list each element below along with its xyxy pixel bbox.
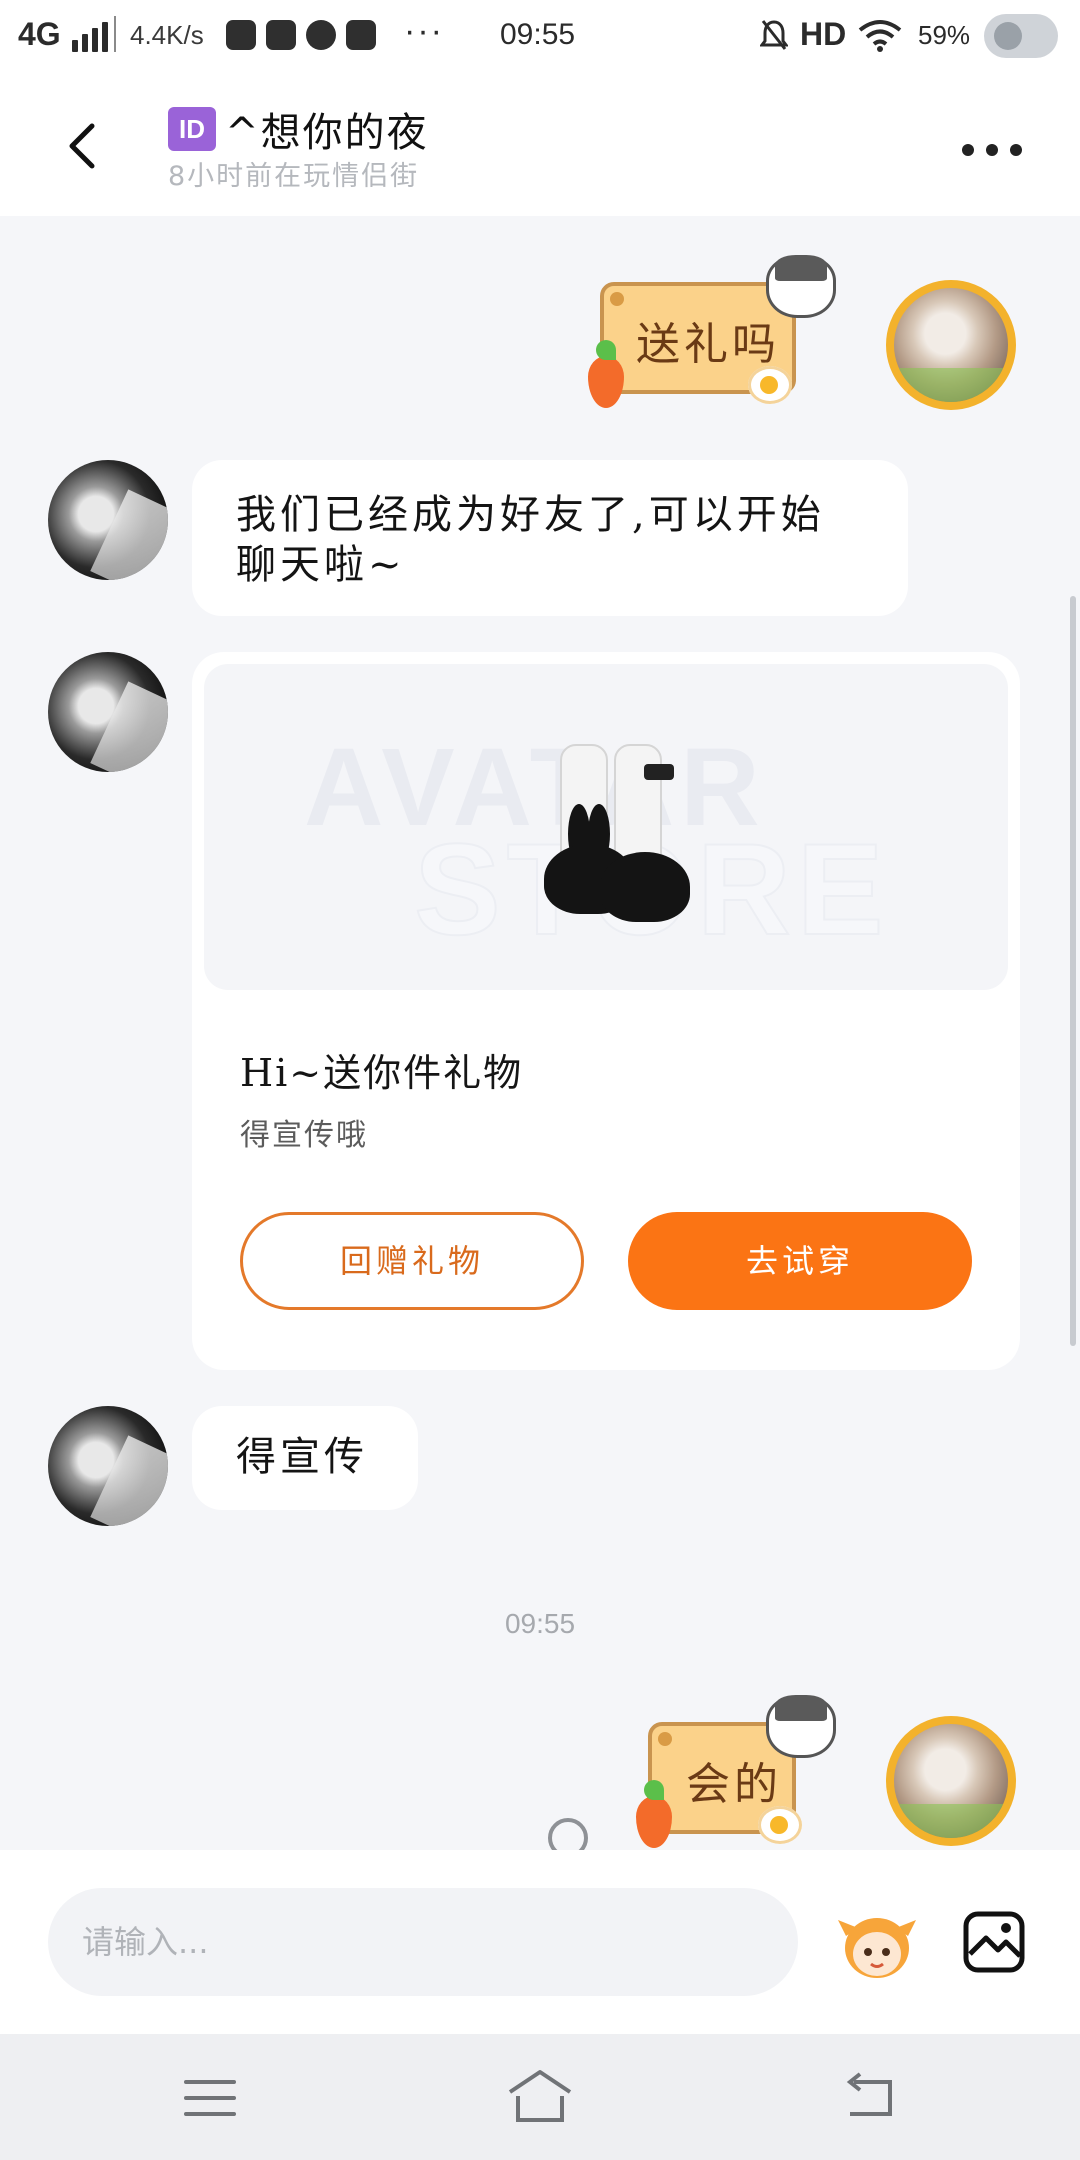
my-avatar[interactable] (886, 1716, 1016, 1846)
wifi-icon (858, 20, 902, 52)
image-icon[interactable] (962, 1910, 1026, 1974)
emoji-face-icon[interactable] (836, 1906, 918, 1982)
cat-icon (766, 255, 836, 318)
network-type: 4G (18, 16, 61, 52)
hd-indicator: HD (800, 16, 847, 52)
home-icon[interactable] (504, 2066, 576, 2126)
tiktok-icon (226, 20, 256, 50)
signal-icon (70, 20, 110, 52)
more-horizontal-icon[interactable] (962, 138, 1026, 162)
bell-muted-icon (760, 20, 788, 50)
contact-name: ^想你的夜 (225, 110, 429, 156)
gift-image[interactable]: AVATAR STORE (204, 664, 1008, 990)
gift-card[interactable]: AVATAR STORE Hi~送你件礼物 得宣传哦 回赠礼物 去试穿 (192, 652, 1020, 1370)
chat-header: ID ^想你的夜 8小时前在玩情侣街 (0, 72, 1080, 216)
more-notifications: ··· (404, 12, 444, 50)
back-arrow-icon[interactable] (842, 2070, 898, 2122)
contact-avatar[interactable] (48, 652, 168, 772)
carrot-icon (588, 340, 624, 408)
system-nav-bar (0, 2034, 1080, 2160)
egg-icon (748, 366, 792, 404)
try-on-button[interactable]: 去试穿 (628, 1212, 972, 1310)
message-input[interactable] (48, 1888, 798, 1996)
pin-icon (658, 1732, 672, 1746)
contact-avatar[interactable] (48, 1406, 168, 1526)
egg-icon (758, 1806, 802, 1844)
message-bubble-incoming[interactable]: 得宣传 (192, 1406, 418, 1510)
pin-icon (610, 292, 624, 306)
status-bar: 4G 4.4K/s ··· 09:55 HD 59% (0, 0, 1080, 72)
id-badge-icon: ID (168, 107, 216, 151)
status-divider (114, 16, 116, 52)
battery-percent: 59% (918, 20, 971, 50)
mail-app-icon (266, 20, 296, 50)
chat-title: ID ^想你的夜 (168, 100, 429, 158)
sticker-text: 送礼吗 (636, 319, 780, 370)
scrollbar[interactable] (1070, 596, 1076, 1346)
status-time: 09:55 (500, 18, 576, 51)
sticker-text: 会的 (686, 1759, 782, 1810)
my-avatar[interactable] (886, 280, 1016, 410)
chevron-left-icon[interactable] (56, 116, 116, 176)
sticker-message-outgoing[interactable]: 送礼吗 (578, 255, 838, 416)
video-app-icon (346, 20, 376, 50)
message-text: 得宣传 (236, 1434, 368, 1480)
return-gift-button[interactable]: 回赠礼物 (240, 1212, 584, 1310)
cat-icon (766, 1695, 836, 1758)
message-bubble-incoming[interactable]: 我们已经成为好友了,可以开始聊天啦~ (192, 460, 908, 616)
carrot-icon (636, 1780, 672, 1848)
sticker-message-outgoing[interactable]: 会的 (626, 1695, 838, 1856)
network-speed: 4.4K/s (130, 20, 204, 50)
menu-icon[interactable] (184, 2076, 240, 2122)
gift-subtitle: 得宣传哦 (240, 1118, 368, 1153)
contact-avatar[interactable] (48, 460, 168, 580)
contact-status: 8小时前在玩情侣街 (168, 161, 420, 192)
gift-title: Hi~送你件礼物 (240, 1051, 524, 1095)
message-timestamp: 09:55 (504, 1608, 576, 1639)
planet-app-icon (306, 20, 336, 50)
battery-icon (984, 14, 1058, 58)
input-bar (0, 1850, 1080, 2034)
message-text: 我们已经成为好友了,可以开始聊天啦~ (236, 492, 825, 588)
bunny-slippers-icon (524, 744, 694, 944)
